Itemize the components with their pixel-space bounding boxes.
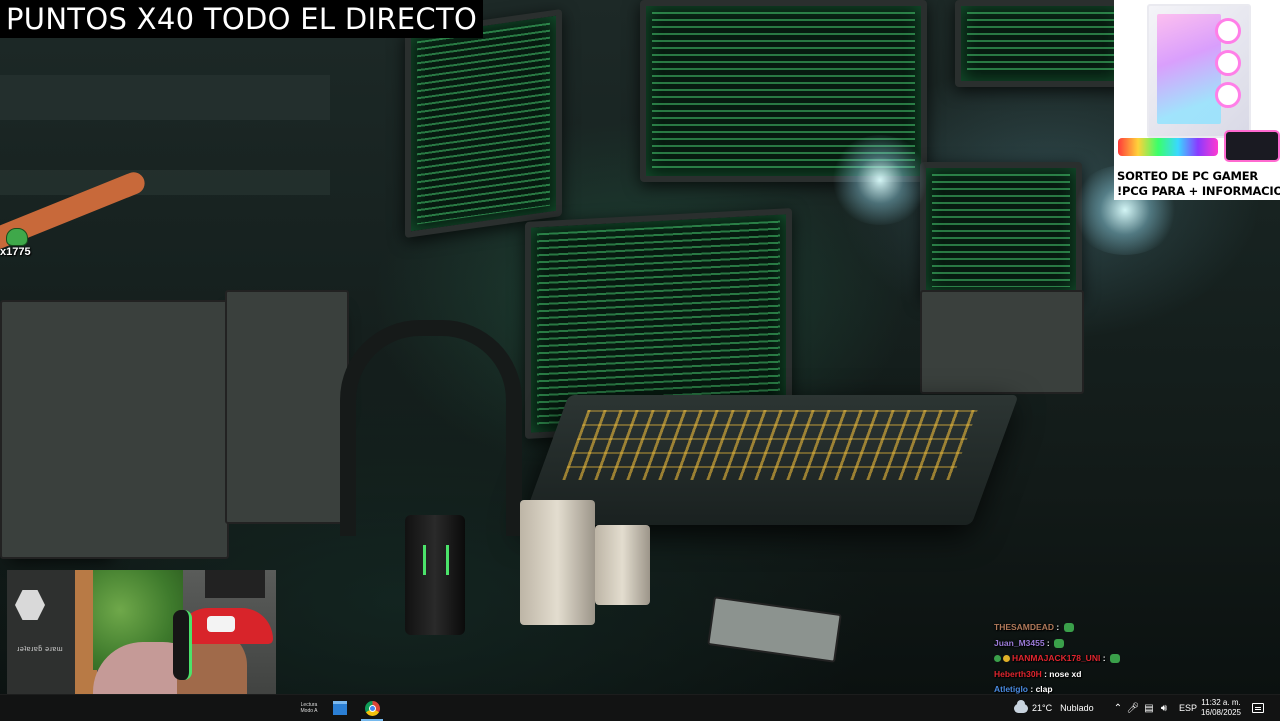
- lamp-light: [830, 135, 930, 225]
- headphones: [340, 320, 522, 536]
- chrome-icon: [364, 700, 380, 716]
- notification-center-button[interactable]: [1251, 695, 1265, 721]
- notification-icon: [1252, 703, 1264, 713]
- crt-monitor: [920, 162, 1082, 299]
- rgb-keyboard-image: [1118, 138, 1218, 156]
- chat-username: THESAMDEAD: [994, 622, 1054, 632]
- chat-emote-icon: [1109, 654, 1120, 664]
- volume-icon[interactable]: 🔊︎: [1156, 695, 1172, 721]
- laptop-keyboard: [562, 410, 978, 480]
- chat-username: Heberth30H: [994, 668, 1042, 679]
- weather-temp: 21°C: [1032, 703, 1053, 713]
- frog-emote-icon: [6, 228, 28, 246]
- headset-icon: [173, 610, 192, 680]
- file-explorer-icon: [333, 701, 347, 715]
- chat-username: HANMAJACK178_UNI: [1012, 653, 1101, 663]
- weather-condition: Nublado: [1060, 703, 1094, 713]
- paper-cup: [595, 525, 650, 605]
- viewer-count: x1775: [0, 246, 31, 258]
- mousepad-image: [1224, 130, 1280, 162]
- shelf: [0, 170, 330, 195]
- network-icon[interactable]: ▤: [1141, 695, 1157, 721]
- taskbar-app-chrome[interactable]: [357, 695, 387, 721]
- chat-separator: :: [1053, 622, 1062, 632]
- chat-text: nose xd: [1049, 668, 1082, 679]
- gaming-pc-image: [1147, 4, 1251, 138]
- hard-drive: [707, 596, 842, 663]
- weather-widget[interactable]: 21°C Nublado: [1014, 695, 1094, 721]
- chat-emote-icon: [1054, 638, 1065, 648]
- chat-message: HANMAJACK178_UNI :: [994, 651, 1280, 667]
- chevron-up-icon[interactable]: ⌃: [1110, 695, 1126, 721]
- wall-monitor: [955, 0, 1127, 87]
- wall-monitor: [405, 8, 562, 239]
- webcam-caption: ɹǝʇɐɹɐƃ ǝɹɐɯ: [17, 646, 64, 653]
- viewer-counter: x1775: [0, 228, 40, 262]
- chat-message: Juan_M3455 :: [994, 636, 1280, 652]
- equipment-rack: [0, 300, 229, 559]
- clock[interactable]: 11:32 a. m. 16/08/2025: [1200, 695, 1242, 721]
- chat-badge-icon: [994, 655, 1001, 663]
- taskbar-app-explorer[interactable]: [325, 695, 355, 721]
- chat-badge-icon: [1003, 655, 1010, 663]
- shelf: [0, 75, 330, 120]
- language-indicator[interactable]: ESP: [1179, 695, 1197, 721]
- giveaway-ad: SORTEO DE PC GAMER !PCG PARA + INFORMACI…: [1114, 0, 1280, 200]
- clock-time: 11:32 a. m.: [1201, 698, 1241, 707]
- coffee-cup: [520, 500, 595, 625]
- chat-emote-icon: [1063, 623, 1074, 633]
- equipment-rack: [225, 290, 349, 524]
- energy-drink-can: [405, 515, 465, 635]
- chat-username: Juan_M3455: [994, 637, 1045, 648]
- chat-separator: :: [1028, 684, 1036, 694]
- chat-username: Atletiglo: [994, 684, 1028, 694]
- chat-separator: :: [1044, 637, 1053, 648]
- chat-message: THESAMDEAD :: [994, 620, 1280, 636]
- chat-text: clap: [1035, 684, 1053, 694]
- ad-subline: !PCG PARA + INFORMACION: [1117, 184, 1280, 198]
- chat-separator: :: [1100, 653, 1108, 663]
- chat-overlay: THESAMDEAD : Juan_M3455 : HANMAJACK178_U…: [994, 620, 1280, 698]
- taskbar: Lectura Modo A 21°C Nublado ⌃ 🎤︎ ▤ 🔊︎ ES…: [0, 694, 1280, 721]
- cloud-icon: [1014, 699, 1028, 713]
- microphone-icon[interactable]: 🎤︎: [1125, 695, 1141, 721]
- clock-date: 16/08/2025: [1200, 708, 1242, 717]
- equipment-rack: [920, 290, 1084, 394]
- stream-title-banner: PUNTOS X40 TODO EL DIRECTO: [0, 0, 484, 38]
- ad-headline: SORTEO DE PC GAMER: [1117, 169, 1259, 183]
- taskbar-app-lectura[interactable]: Lectura Modo A: [294, 695, 324, 721]
- chat-message: Heberth30H : nose xd: [994, 667, 1280, 683]
